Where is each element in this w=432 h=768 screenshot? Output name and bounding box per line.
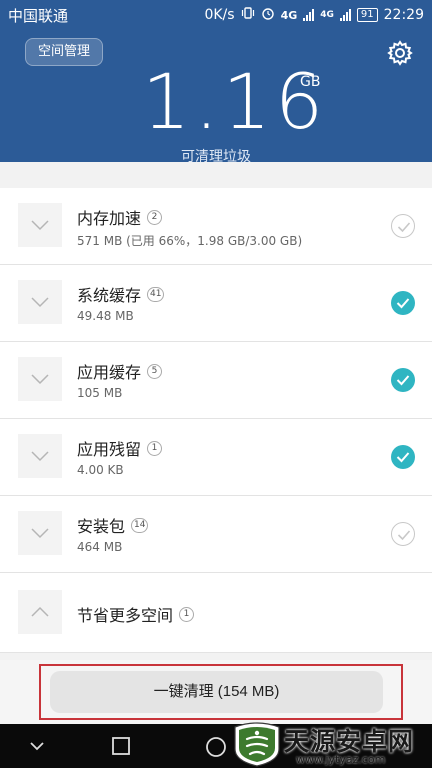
network-speed: 0K/s (204, 7, 235, 23)
list-item[interactable]: 应用残留 1 4.00 KB (0, 419, 432, 496)
unchecked-checkbox[interactable] (391, 522, 415, 546)
item-detail: 105 MB (77, 386, 123, 400)
item-count-badge: 1 (147, 440, 163, 456)
watermark-url: www.jytyaz.com (296, 753, 386, 766)
list-item[interactable]: 系统缓存 41 49.48 MB (0, 265, 432, 342)
status-bar: 中国联通 0K/s 4G 4G 91 22:29 (0, 0, 432, 30)
item-count-badge: 41 (147, 286, 165, 302)
header: 中国联通 0K/s 4G 4G 91 22:29 空间管理 1.16 GB 可清… (0, 0, 432, 165)
item-title-text: 应用缓存 (77, 363, 142, 382)
checked-checkbox[interactable] (391, 291, 415, 315)
item-title: 应用残留 1 (77, 436, 163, 460)
item-title: 应用缓存 5 (77, 359, 163, 383)
signal-icon (303, 9, 315, 21)
item-count-badge: 5 (147, 363, 163, 379)
expand-chevron-icon[interactable] (18, 203, 62, 247)
battery-icon: 91 (356, 8, 378, 22)
vibrate-icon (241, 6, 255, 24)
network-type-1: 4G (280, 8, 298, 22)
list-item[interactable]: 内存加速 2 571 MB (已用 66%，1.98 GB/3.00 GB) (0, 188, 432, 265)
signal-icon-2 (339, 9, 351, 21)
checked-checkbox[interactable] (391, 368, 415, 392)
item-count-badge: 1 (179, 606, 195, 622)
junk-size-value: 1.16 (142, 57, 328, 146)
expand-chevron-icon[interactable] (18, 280, 62, 324)
list-item[interactable]: 应用缓存 5 105 MB (0, 342, 432, 419)
collapse-chevron-icon[interactable] (18, 590, 62, 634)
item-detail: 4.00 KB (77, 463, 124, 477)
checked-checkbox[interactable] (391, 445, 415, 469)
item-title-text: 应用残留 (77, 440, 142, 459)
junk-caption: 可清理垃圾 (181, 149, 251, 165)
clock: 22:29 (383, 7, 424, 23)
network-type-2: 4G (320, 10, 334, 20)
item-count-badge: 2 (147, 209, 163, 225)
item-title-text: 节省更多空间 (77, 606, 174, 625)
item-title: 节省更多空间 1 (77, 602, 195, 626)
item-title-text: 安装包 (77, 517, 126, 536)
item-title-text: 系统缓存 (77, 286, 142, 305)
expand-chevron-icon[interactable] (18, 357, 62, 401)
home-icon[interactable] (205, 736, 227, 762)
clean-category-list: 内存加速 2 571 MB (已用 66%，1.98 GB/3.00 GB) 系统缓存… (0, 188, 432, 653)
gear-icon[interactable] (387, 40, 413, 66)
one-key-clean-button[interactable]: 一键清理 (154 MB) (50, 671, 383, 713)
space-manage-button[interactable]: 空间管理 (25, 38, 104, 66)
item-detail: 464 MB (77, 540, 123, 554)
status-icons: 0K/s 4G 4G 91 22:29 (204, 6, 424, 24)
item-title: 系统缓存 41 (77, 282, 165, 306)
item-title: 内存加速 2 (77, 205, 163, 229)
more-space-item[interactable]: 节省更多空间 1 (0, 573, 432, 653)
junk-size-unit: GB (300, 74, 321, 90)
watermark: 天源安卓网 www.jytyaz.com (232, 720, 432, 768)
expand-chevron-icon[interactable] (18, 434, 62, 478)
list-item[interactable]: 安装包 14 464 MB (0, 496, 432, 573)
carrier-label: 中国联通 (8, 6, 69, 25)
alarm-icon (261, 6, 275, 24)
item-title-text: 内存加速 (77, 209, 142, 228)
item-detail: 49.48 MB (77, 309, 134, 323)
item-count-badge: 14 (131, 517, 149, 533)
recent-apps-icon[interactable] (111, 736, 131, 760)
item-detail: 571 MB (已用 66%，1.98 GB/3.00 GB) (77, 234, 303, 248)
unchecked-checkbox[interactable] (391, 214, 415, 238)
item-title: 安装包 14 (77, 513, 149, 537)
expand-chevron-icon[interactable] (18, 511, 62, 555)
watermark-logo (232, 721, 282, 767)
back-chevron-icon[interactable] (28, 738, 46, 757)
